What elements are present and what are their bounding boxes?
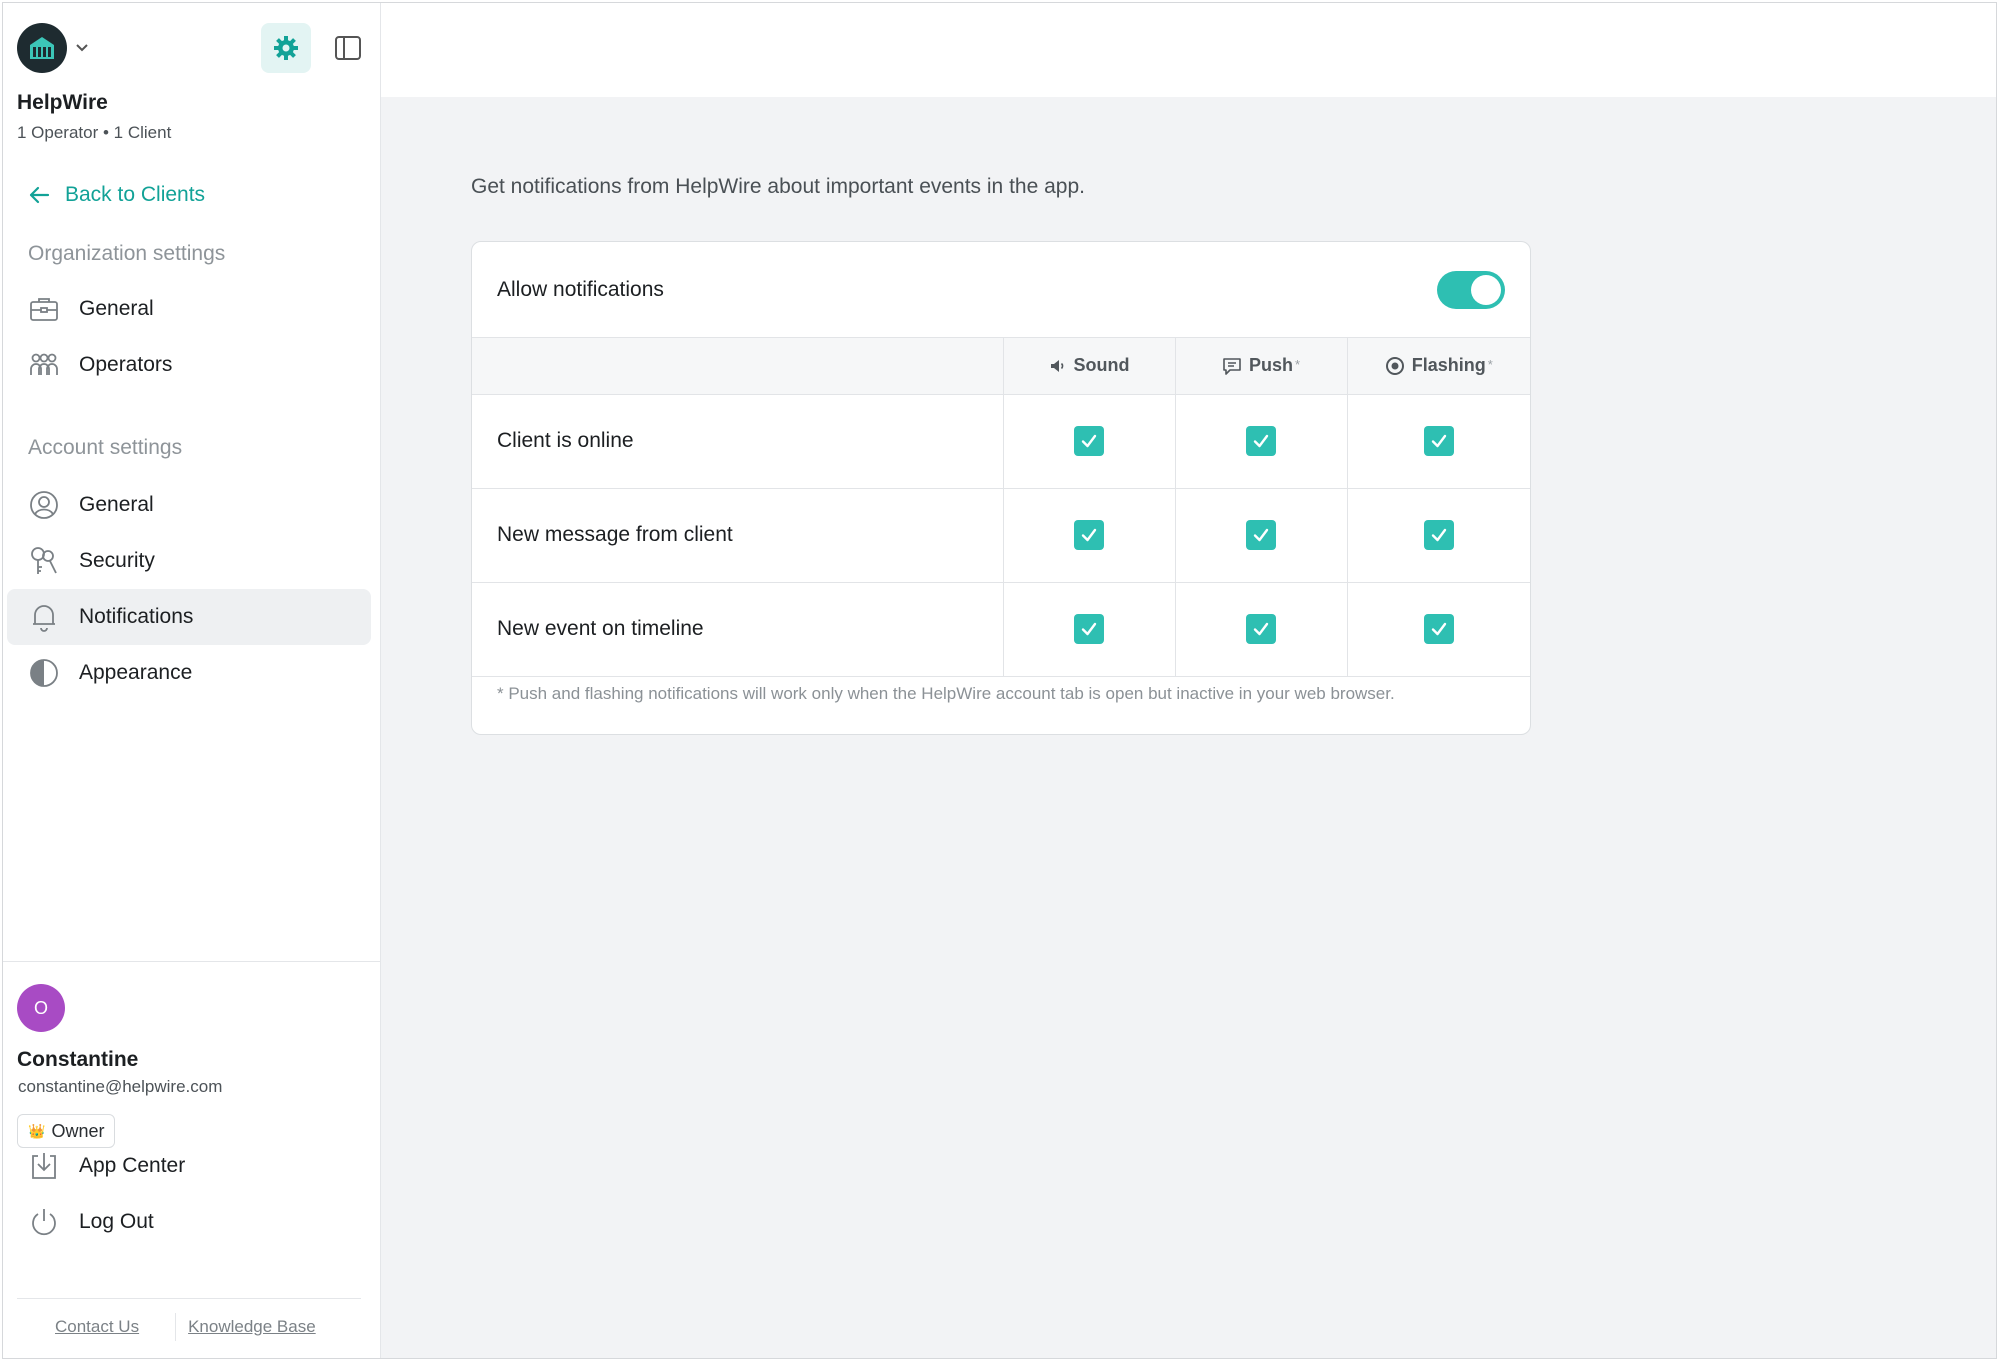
top-bar [381,3,1996,97]
sidebar-item-label: Appearance [79,661,193,684]
row-label: New event on timeline [472,582,1003,677]
footnote: * Push and flashing notifications will w… [497,683,1395,703]
bell-icon [27,600,61,634]
sidebar-item-operators[interactable]: Operators [7,337,371,393]
column-header-push: Push * [1174,338,1347,395]
avatar[interactable]: O [17,984,65,1032]
gear-icon [274,36,298,60]
sidebar-item-appearance[interactable]: Appearance [7,645,371,701]
log-out-label: Log Out [79,1210,154,1233]
message-icon [1223,357,1241,375]
sidebar-item-label: Operators [79,353,173,376]
contrast-icon [27,656,61,690]
checkmark-icon [1253,622,1269,636]
app-center-link[interactable]: App Center [7,1138,371,1194]
account-settings-heading: Account settings [28,436,183,459]
user-name: Constantine [17,1048,139,1071]
push-checkbox[interactable] [1246,426,1276,456]
flashing-checkbox[interactable] [1423,426,1454,456]
push-checkbox[interactable] [1246,614,1276,644]
checkmark-icon [1253,528,1269,542]
checkmark-icon [1081,622,1097,636]
sidebar-item-label: General [79,297,154,320]
column-header-flashing: Flashing * [1346,338,1530,395]
checkmark-icon [1431,622,1446,636]
footer-divider [175,1312,177,1341]
footer-links: Contact Us Knowledge Base [17,1298,361,1354]
helpwire-logo-icon [17,23,67,73]
asterisk-mark: * [1294,357,1301,373]
table-row: New event on timeline [472,582,1530,677]
flashing-checkbox[interactable] [1423,614,1454,644]
table-header-row: Sound Push * Flashing * [472,338,1530,395]
sidebar-item-label: General [79,493,154,516]
column-label: Sound [1073,355,1130,376]
org-switcher[interactable] [17,23,89,73]
log-out-button[interactable]: Log Out [7,1194,371,1250]
row-label: Client is online [472,394,1003,489]
record-icon [1385,356,1404,375]
back-to-clients-label: Back to Clients [65,183,206,206]
table-row: New message from client [472,488,1530,583]
app-center-label: App Center [79,1154,186,1177]
briefcase-icon [27,292,61,326]
org-name: HelpWire [17,91,108,114]
checkmark-icon [1253,434,1269,448]
user-email: constantine@helpwire.com [18,1077,223,1096]
power-icon [27,1205,61,1239]
toggle-sidebar-button[interactable] [323,23,373,73]
sidebar-item-label: Security [79,549,155,572]
speaker-icon [1050,359,1063,372]
checkmark-icon [1081,434,1097,448]
chevron-down-icon [75,40,89,56]
back-to-clients-link[interactable]: Back to Clients [27,183,205,207]
column-label: Flashing [1411,355,1486,376]
sidebar-item-security[interactable]: Security [7,533,371,589]
sound-checkbox[interactable] [1074,426,1104,456]
sidebar-item-notifications[interactable]: Notifications [7,589,371,645]
allow-notifications-label: Allow notifications [497,277,664,301]
page-description: Get notifications from HelpWire about im… [471,175,1085,198]
app-window: HelpWire 1 Operator • 1 Client Back to C… [2,2,1997,1359]
checkmark-icon [1431,528,1446,542]
sidebar-item-account-general[interactable]: General [7,477,371,533]
column-label: Push [1248,355,1293,376]
user-circle-icon [27,488,61,522]
users-icon [27,348,61,382]
user-profile: O Constantine constantine@helpwire.com 👑… [3,961,380,1358]
main-content: Get notifications from HelpWire about im… [381,3,1996,1358]
checkmark-icon [1081,528,1097,542]
column-header-sound: Sound [1002,338,1175,395]
contact-us-link[interactable]: Contact Us [55,1317,139,1337]
sound-checkbox[interactable] [1074,614,1104,644]
notifications-table: Sound Push * Flashing * Client is online… [472,338,1530,677]
checkmark-icon [1431,434,1446,448]
table-row: Client is online [472,394,1530,489]
allow-notifications-row: Allow notifications [472,242,1530,338]
sidebar-item-label: Notifications [79,605,194,628]
allow-notifications-toggle[interactable] [1437,270,1505,309]
org-settings-heading: Organization settings [28,242,226,265]
table-header-empty [472,338,1003,395]
sidebar: HelpWire 1 Operator • 1 Client Back to C… [3,3,381,1358]
sound-checkbox[interactable] [1074,520,1104,550]
settings-button[interactable] [261,23,311,73]
notifications-card: Allow notifications Sound Push * Flashin… [471,241,1531,735]
keys-icon [27,544,61,578]
crown-icon: 👑 [28,1122,46,1139]
push-checkbox[interactable] [1246,520,1276,550]
sidebar-panel-icon [335,36,361,60]
sidebar-item-org-general[interactable]: General [7,281,371,337]
arrow-left-icon [29,186,50,204]
asterisk-mark: * [1487,357,1493,373]
org-meta: 1 Operator • 1 Client [17,123,172,142]
row-label: New message from client [472,488,1003,583]
knowledge-base-link[interactable]: Knowledge Base [188,1317,316,1337]
download-icon [27,1149,61,1183]
flashing-checkbox[interactable] [1423,520,1454,550]
